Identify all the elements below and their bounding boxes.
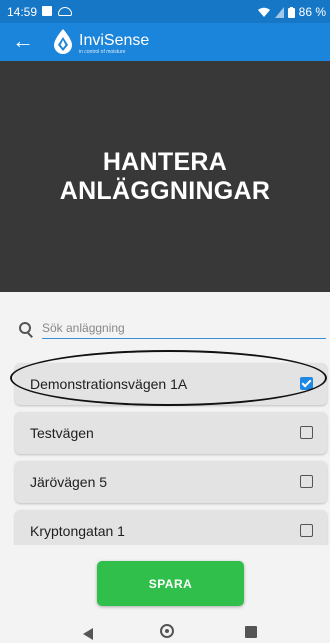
checkbox-checked[interactable] (300, 377, 313, 390)
list-item[interactable]: Kryptongatan 1 (15, 510, 327, 545)
status-left-icons (42, 4, 72, 18)
battery-icon (287, 6, 295, 18)
facility-label: Järövägen 5 (30, 474, 108, 490)
facility-label: Testvägen (30, 425, 94, 441)
battery-percent: 86 % (298, 5, 326, 19)
system-nav-bar (0, 620, 330, 643)
app-bar: ← InviSense in control of moisture (0, 23, 330, 61)
search-input[interactable] (42, 318, 326, 339)
facility-list-viewport[interactable]: Demonstrationsvägen 1A Testvägen Järövägen… (0, 360, 330, 545)
photo-icon (42, 6, 52, 16)
facility-label: Demonstrationsvägen 1A (30, 376, 188, 392)
list-item[interactable]: Testvägen (15, 412, 327, 454)
arrow-left-icon[interactable]: ← (12, 29, 36, 53)
logo-text: InviSense (79, 32, 150, 49)
nav-back-icon[interactable] (83, 628, 93, 640)
search-bar (16, 318, 328, 344)
cloud-icon (58, 6, 72, 16)
checkbox[interactable] (300, 426, 313, 439)
invisense-logo: InviSense in control of moisture (52, 28, 150, 55)
facility-label: Kryptongatan 1 (30, 523, 125, 539)
list-item[interactable]: Demonstrationsvägen 1A (15, 363, 327, 405)
logo-tagline: in control of moisture (79, 49, 126, 55)
list-item[interactable]: Järövägen 5 (15, 461, 327, 503)
status-right: 86 % (257, 5, 326, 19)
page-title: HANTERA ANLÄGGNINGAR (59, 147, 271, 205)
search-icon (18, 320, 34, 338)
nav-home-icon[interactable] (160, 624, 174, 638)
status-time: 14:59 (7, 5, 38, 19)
signal-icon (274, 6, 284, 18)
checkbox[interactable] (300, 475, 313, 488)
facility-list: Demonstrationsvägen 1A Testvägen Järövägen… (15, 363, 327, 545)
wifi-icon (257, 7, 270, 17)
save-button[interactable]: SPARA (97, 561, 244, 606)
nav-recents-icon[interactable] (245, 626, 257, 638)
hero-banner: HANTERA ANLÄGGNINGAR (0, 61, 330, 292)
status-bar: 14:59 86 % (0, 0, 330, 23)
droplet-logo-icon (54, 29, 72, 54)
checkbox[interactable] (300, 524, 313, 537)
